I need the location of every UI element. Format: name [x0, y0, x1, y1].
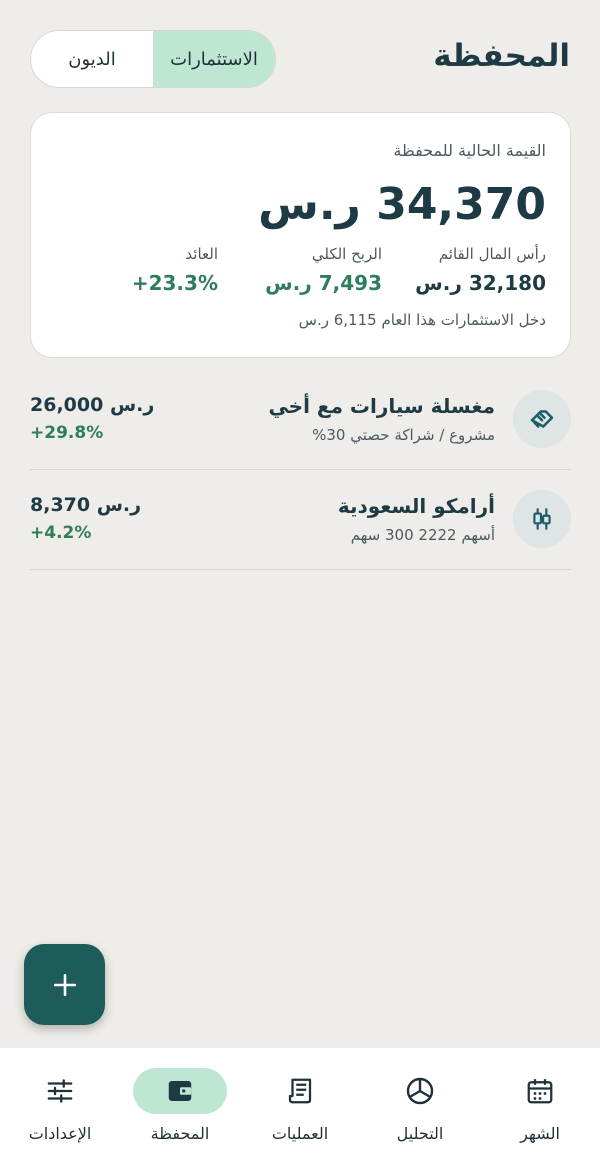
investment-name: مغسلة سيارات مع أخي — [268, 394, 495, 418]
nav-pill — [13, 1068, 107, 1114]
list-item[interactable]: أرامكو السعودية أسهم 2222 300 سهم 8,370 … — [30, 470, 571, 570]
tab-debts[interactable]: الديون — [31, 31, 153, 87]
portfolio-screen: المحفظة الاستثمارات الديون القيمة الحالي… — [0, 0, 600, 1165]
investment-change: +29.8% — [30, 423, 104, 443]
investment-amount: 8,370 ر.س — [30, 494, 142, 516]
investment-change: +4.2% — [30, 523, 92, 543]
nav-item-portfolio[interactable]: المحفظة — [120, 1048, 240, 1165]
nav-label: المحفظة — [150, 1124, 210, 1143]
stat-label: العائد — [185, 245, 218, 263]
nav-item-analysis[interactable]: التحليل — [360, 1048, 480, 1165]
tab-investments[interactable]: الاستثمارات — [153, 31, 275, 87]
stat-value: 7,493 ر.س — [265, 271, 382, 295]
nav-item-settings[interactable]: الإعدادات — [0, 1048, 120, 1165]
nav-item-transactions[interactable]: العمليات — [240, 1048, 360, 1165]
page-title: المحفظة — [433, 38, 570, 74]
investment-subtitle: مشروع / شراكة حصتي 30% — [312, 426, 495, 444]
nav-label: الإعدادات — [28, 1124, 92, 1143]
sliders-icon — [47, 1079, 73, 1103]
nav-label: التحليل — [396, 1124, 444, 1143]
nav-pill — [373, 1068, 467, 1114]
portfolio-summary-card: القيمة الحالية للمحفظة 34,370 ر.س رأس ال… — [30, 112, 571, 358]
bottom-navigation: الشهر التحليل العمليات المحفظة الإعدادات — [0, 1048, 600, 1165]
stat-label: الربح الكلي — [311, 245, 382, 263]
stat-value: 32,180 ر.س — [415, 271, 546, 295]
wallet-icon — [168, 1081, 192, 1101]
nav-item-month[interactable]: الشهر — [480, 1048, 600, 1165]
stat-outstanding-capital: رأس المال القائم 32,180 ر.س — [415, 245, 546, 295]
nav-pill — [253, 1068, 347, 1114]
annual-income: دخل الاستثمارات هذا العام 6,115 ر.س — [298, 311, 546, 329]
investment-name: أرامكو السعودية — [337, 494, 495, 518]
handshake-icon — [513, 390, 571, 448]
stat-value: +23.3% — [131, 271, 218, 295]
list-item[interactable]: مغسلة سيارات مع أخي مشروع / شراكة حصتي 3… — [30, 370, 571, 470]
nav-pill — [493, 1068, 587, 1114]
segmented-control: الاستثمارات الديون — [30, 30, 276, 88]
stat-return: العائد +23.3% — [132, 245, 218, 295]
plus-icon — [53, 973, 76, 996]
stat-total-profit: الربح الكلي 7,493 ر.س — [265, 245, 382, 295]
nav-pill — [133, 1068, 227, 1114]
investment-subtitle: أسهم 2222 300 سهم — [350, 526, 495, 544]
current-value-label: القيمة الحالية للمحفظة — [393, 141, 546, 160]
receipt-icon — [288, 1078, 312, 1104]
investment-amount: 26,000 ر.س — [30, 394, 155, 416]
current-value: 34,370 ر.س — [258, 179, 546, 230]
pie-chart-icon — [406, 1077, 434, 1105]
nav-label: العمليات — [271, 1124, 329, 1143]
add-investment-button[interactable] — [24, 944, 105, 1025]
calendar-icon — [527, 1079, 553, 1104]
nav-label: الشهر — [520, 1124, 560, 1143]
stat-label: رأس المال القائم — [438, 245, 546, 263]
candlestick-icon — [513, 490, 571, 548]
